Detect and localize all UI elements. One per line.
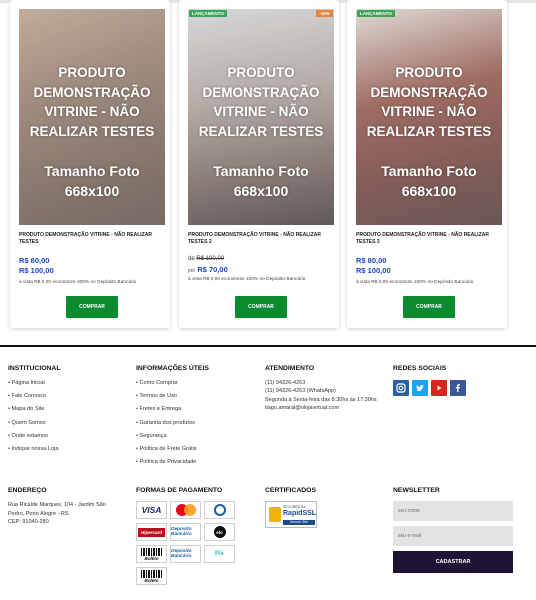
- elo-icon: elo: [204, 523, 235, 541]
- cash-price-note: à vista R$ 0,00 economize 100% no Depósi…: [19, 280, 137, 285]
- atendimento-title: ATENDIMENTO: [265, 365, 315, 372]
- atendimento-info: (11) 94326-4263 (11) 94326-4263 (WhatsAp…: [265, 379, 377, 413]
- footer-link-sitemap[interactable]: Mapa do Site: [8, 403, 58, 416]
- buy-button[interactable]: COMPRAR: [403, 296, 455, 318]
- deposito-icon-2: Depósito Bancário: [170, 545, 201, 563]
- newsletter-name-input[interactable]: [393, 501, 513, 521]
- old-price: de R$ 100,00: [188, 256, 225, 262]
- buy-button[interactable]: COMPRAR: [235, 296, 287, 318]
- footer-link-shipping[interactable]: Fretes e Entrega: [136, 403, 197, 416]
- product-name[interactable]: PRODUTO DEMONSTRAÇÃO VITRINE - NÃO REALI…: [19, 232, 167, 246]
- lock-icon: [269, 507, 281, 522]
- product-image[interactable]: PRODUTO DEMONSTRAÇÃO VITRINE - NÃO REALI…: [19, 9, 165, 225]
- product-price: por R$ 70,00: [188, 265, 228, 274]
- image-overlay-text: PRODUTO DEMONSTRAÇÃO VITRINE - NÃO REALI…: [198, 65, 324, 139]
- newsletter-submit-button[interactable]: CADASTRAR: [393, 551, 513, 573]
- product-price-secondary: R$ 100,00: [19, 266, 54, 275]
- pix-icon: Pix: [204, 545, 235, 563]
- footer-link-privacy[interactable]: Política de Privacidade: [136, 456, 197, 469]
- launch-badge: LANÇAMENTO: [357, 10, 395, 17]
- mastercard-icon: [170, 501, 201, 519]
- product-image[interactable]: PRODUTO DEMONSTRAÇÃO VITRINE - NÃO REALI…: [356, 9, 502, 225]
- phone-number[interactable]: (11) 94326-4263: [265, 379, 377, 387]
- footer-link-security[interactable]: Segurança: [136, 430, 197, 443]
- facebook-icon[interactable]: [450, 380, 466, 396]
- footer-link-location[interactable]: Onde estamos: [8, 430, 58, 443]
- info-links: Como Comprar Termos de Uso Fretes e Entr…: [136, 377, 197, 469]
- product-showcase: PRODUTO DEMONSTRAÇÃO VITRINE - NÃO REALI…: [0, 0, 536, 340]
- postal-code: CEP: 91040-280: [8, 519, 49, 525]
- footer-link-refer[interactable]: Indique nossa Loja: [8, 443, 59, 456]
- institucional-links: Página Inicial Fale Conosco Mapa do Site…: [8, 377, 59, 456]
- cash-price-note: à vista R$ 0,00 economize 100% no Depósi…: [356, 280, 474, 285]
- buy-button[interactable]: COMPRAR: [66, 296, 118, 318]
- whatsapp-number[interactable]: (11) 94326-4263 (WhatsApp): [265, 387, 377, 395]
- payment-title: FORMAS DE PAGAMENTO: [136, 487, 223, 494]
- instagram-icon[interactable]: [393, 380, 409, 396]
- image-overlay-text: PRODUTO DEMONSTRAÇÃO VITRINE - NÃO REALI…: [366, 65, 492, 139]
- launch-badge: LANÇAMENTO: [189, 10, 227, 17]
- boleto-icon: Boleto: [136, 545, 167, 563]
- visa-icon: VISA: [136, 501, 167, 519]
- twitter-icon[interactable]: [412, 380, 428, 396]
- footer-link-free-shipping[interactable]: Política de Frete Grátis: [136, 443, 197, 456]
- image-overlay-text: PRODUTO DEMONSTRAÇÃO VITRINE - NÃO REALI…: [29, 65, 155, 139]
- product-card[interactable]: PRODUTO DEMONSTRAÇÃO VITRINE - NÃO REALI…: [179, 0, 339, 328]
- image-size-text: Tamanho Foto 668x100: [44, 163, 140, 199]
- footer-link-home[interactable]: Página Inicial: [8, 377, 58, 390]
- youtube-icon[interactable]: [431, 380, 447, 396]
- product-price-secondary: R$ 100,00: [356, 266, 391, 275]
- product-price: R$ 80,00: [356, 256, 387, 265]
- image-size-text: Tamanho Foto 668x100: [381, 163, 477, 199]
- institucional-title: INSTITUCIONAL: [8, 365, 61, 372]
- boleto-icon-2: Boleto: [136, 567, 167, 585]
- social-title: REDES SOCIAIS: [393, 365, 447, 372]
- product-name[interactable]: PRODUTO DEMONSTRAÇÃO VITRINE - NÃO REALI…: [356, 232, 504, 246]
- product-card[interactable]: PRODUTO DEMONSTRAÇÃO VITRINE - NÃO REALI…: [10, 0, 170, 328]
- footer-link-warranty[interactable]: Garantia dos produtos: [136, 417, 197, 430]
- info-title: INFORMAÇÕES ÚTEIS: [136, 365, 209, 372]
- site-footer: INSTITUCIONAL Página Inicial Fale Conosc…: [0, 347, 536, 600]
- cash-price-note: à vista R$ 0,00 economize 100% no Depósi…: [188, 277, 306, 282]
- footer-link-contact[interactable]: Fale Conosco: [8, 390, 58, 403]
- product-image[interactable]: PRODUTO DEMONSTRAÇÃO VITRINE - NÃO REALI…: [188, 9, 334, 225]
- footer-link-how-to-buy[interactable]: Como Comprar: [136, 377, 197, 390]
- hipercard-icon: Hipercard: [136, 523, 167, 541]
- product-name[interactable]: PRODUTO DEMONSTRAÇÃO VITRINE - NÃO REALI…: [188, 232, 336, 246]
- endereco-title: ENDEREÇO: [8, 487, 47, 494]
- store-address: Rua Ricalde Marques, 104 - Jardim São Pe…: [8, 501, 120, 527]
- newsletter-title: NEWSLETTER: [393, 487, 440, 494]
- social-links: [393, 380, 466, 396]
- footer-link-terms[interactable]: Termos de Uso: [136, 390, 197, 403]
- product-price: R$ 80,00: [19, 256, 50, 265]
- diners-club-icon: [204, 501, 235, 519]
- newsletter-email-input[interactable]: [393, 526, 513, 546]
- rapidssl-seal[interactable]: SECURED BY RapidSSL Secure Site: [265, 501, 317, 528]
- footer-link-about[interactable]: Quem Somos: [8, 417, 58, 430]
- discount-badge: -30%: [316, 10, 333, 17]
- product-card[interactable]: PRODUTO DEMONSTRAÇÃO VITRINE - NÃO REALI…: [347, 0, 507, 328]
- certificados-title: CERTIFICADOS: [265, 487, 316, 494]
- contact-email[interactable]: tiago.amaral@olojavirtual.com: [265, 404, 377, 412]
- image-size-text: Tamanho Foto 668x100: [213, 163, 309, 199]
- deposito-icon: Depósito Bancário: [170, 523, 201, 541]
- business-hours: Segunda à Sexta-feira das 8:30hs às 17:3…: [265, 396, 377, 403]
